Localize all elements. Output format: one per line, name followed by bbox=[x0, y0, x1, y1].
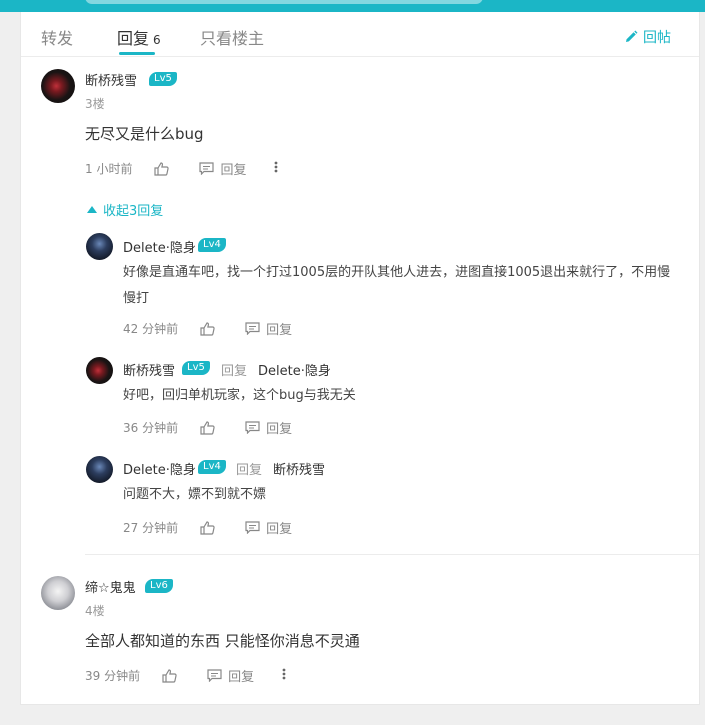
avatar[interactable] bbox=[86, 233, 113, 260]
reply-post-label: 回帖 bbox=[643, 30, 671, 46]
comment-author[interactable]: 缔☆鬼鬼 bbox=[85, 577, 136, 596]
level-badge: Lv5 bbox=[149, 72, 177, 86]
reply-label: 回复 bbox=[266, 323, 293, 338]
comment-icon bbox=[245, 322, 260, 335]
reply-label: 回复 bbox=[220, 163, 247, 178]
top-nav-bar bbox=[0, 0, 705, 12]
reply-button[interactable]: 回复 bbox=[245, 518, 292, 537]
comment-time: 39 分钟前 bbox=[85, 669, 141, 683]
tab-replies-label: 回复 bbox=[117, 29, 150, 48]
reply-button[interactable]: 回复 bbox=[245, 319, 292, 338]
thumbs-up-icon bbox=[154, 161, 170, 176]
reply-time: 42 分钟前 bbox=[123, 322, 179, 336]
reply-label: 回复 bbox=[266, 422, 293, 437]
reply-button[interactable]: 回复 bbox=[245, 418, 292, 437]
reply-actions: 27 分钟前 回复 bbox=[123, 518, 292, 537]
comment-actions: 39 分钟前 回复 bbox=[85, 666, 286, 685]
reply-target-user[interactable]: 断桥残雪 bbox=[273, 459, 325, 478]
more-icon[interactable] bbox=[282, 668, 286, 683]
reply-to-label: 回复 bbox=[221, 364, 248, 379]
reply-text: 好吧，回归单机玩家，这个bug与我无关 bbox=[123, 388, 356, 403]
thumbs-up-icon bbox=[200, 420, 215, 435]
thumbs-up-icon bbox=[200, 321, 215, 336]
reply-label: 回复 bbox=[266, 522, 293, 537]
comment-time: 1 小时前 bbox=[85, 162, 133, 176]
comment-icon bbox=[207, 669, 222, 682]
reply-label: 回复 bbox=[228, 670, 255, 685]
comment-icon bbox=[245, 421, 260, 434]
triangle-up-icon bbox=[87, 206, 97, 213]
reply-time: 36 分钟前 bbox=[123, 421, 179, 435]
comment-author[interactable]: 断桥残雪 bbox=[85, 70, 137, 89]
like-button[interactable] bbox=[154, 161, 170, 176]
comment-text: 全部人都知道的东西 只能怪你消息不灵通 bbox=[85, 632, 360, 650]
tab-only-op[interactable]: 只看楼主 bbox=[200, 25, 264, 49]
like-button[interactable] bbox=[200, 420, 215, 435]
like-button[interactable] bbox=[162, 668, 177, 683]
tab-replies-count: 6 bbox=[153, 33, 161, 47]
collapse-label: 收起3回复 bbox=[103, 204, 164, 219]
level-badge: Lv6 bbox=[145, 579, 173, 593]
avatar[interactable] bbox=[41, 69, 75, 103]
thumbs-up-icon bbox=[162, 668, 177, 683]
comment-tabs: 转发 回复 6 只看楼主 回帖 bbox=[21, 12, 699, 57]
level-badge: Lv4 bbox=[198, 238, 226, 252]
thumbs-up-icon bbox=[200, 520, 215, 535]
tab-forward[interactable]: 转发 bbox=[41, 25, 73, 49]
active-tab-indicator bbox=[119, 52, 155, 55]
collapse-replies-button[interactable]: 收起3回复 bbox=[87, 200, 163, 219]
reply-actions: 42 分钟前 回复 bbox=[123, 319, 292, 338]
more-icon[interactable] bbox=[274, 161, 278, 176]
reply-time: 27 分钟前 bbox=[123, 521, 179, 535]
divider bbox=[85, 554, 699, 555]
comment-icon bbox=[245, 521, 260, 534]
reply-text: 问题不大，嫖不到就不嫖 bbox=[123, 487, 267, 502]
avatar[interactable] bbox=[41, 576, 75, 610]
reply-target-user[interactable]: Delete·隐身 bbox=[258, 360, 331, 379]
reply-button[interactable]: 回复 bbox=[199, 159, 246, 178]
reply-button[interactable]: 回复 bbox=[207, 666, 254, 685]
level-badge: Lv4 bbox=[198, 460, 226, 474]
reply-post-button[interactable]: 回帖 bbox=[624, 27, 671, 47]
level-badge: Lv5 bbox=[182, 361, 210, 375]
reply-author[interactable]: Delete·隐身 bbox=[123, 459, 196, 478]
like-button[interactable] bbox=[200, 321, 215, 336]
comment-icon bbox=[199, 162, 215, 175]
like-button[interactable] bbox=[200, 520, 215, 535]
avatar[interactable] bbox=[86, 357, 113, 384]
floor-number: 4楼 bbox=[85, 604, 105, 618]
comment-text: 无尽又是什么bug bbox=[85, 125, 204, 143]
comments-panel: 转发 回复 6 只看楼主 回帖 断桥残雪 Lv5 3楼 无尽又是什么bug 1 小… bbox=[20, 12, 700, 705]
reply-author[interactable]: 断桥残雪 bbox=[123, 360, 175, 379]
tab-replies[interactable]: 回复 6 bbox=[117, 25, 161, 49]
comment-actions: 1 小时前 回复 bbox=[85, 159, 278, 178]
reply-actions: 36 分钟前 回复 bbox=[123, 418, 292, 437]
reply-to-label: 回复 bbox=[236, 463, 263, 478]
search-bar[interactable] bbox=[85, 0, 483, 4]
pencil-icon bbox=[626, 30, 638, 42]
reply-author[interactable]: Delete·隐身 bbox=[123, 237, 196, 256]
floor-number: 3楼 bbox=[85, 97, 105, 111]
avatar[interactable] bbox=[86, 456, 113, 483]
reply-text: 好像是直通车吧，找一个打过1005层的开队其他人进去，进图直接1005退出来就行… bbox=[123, 265, 671, 306]
